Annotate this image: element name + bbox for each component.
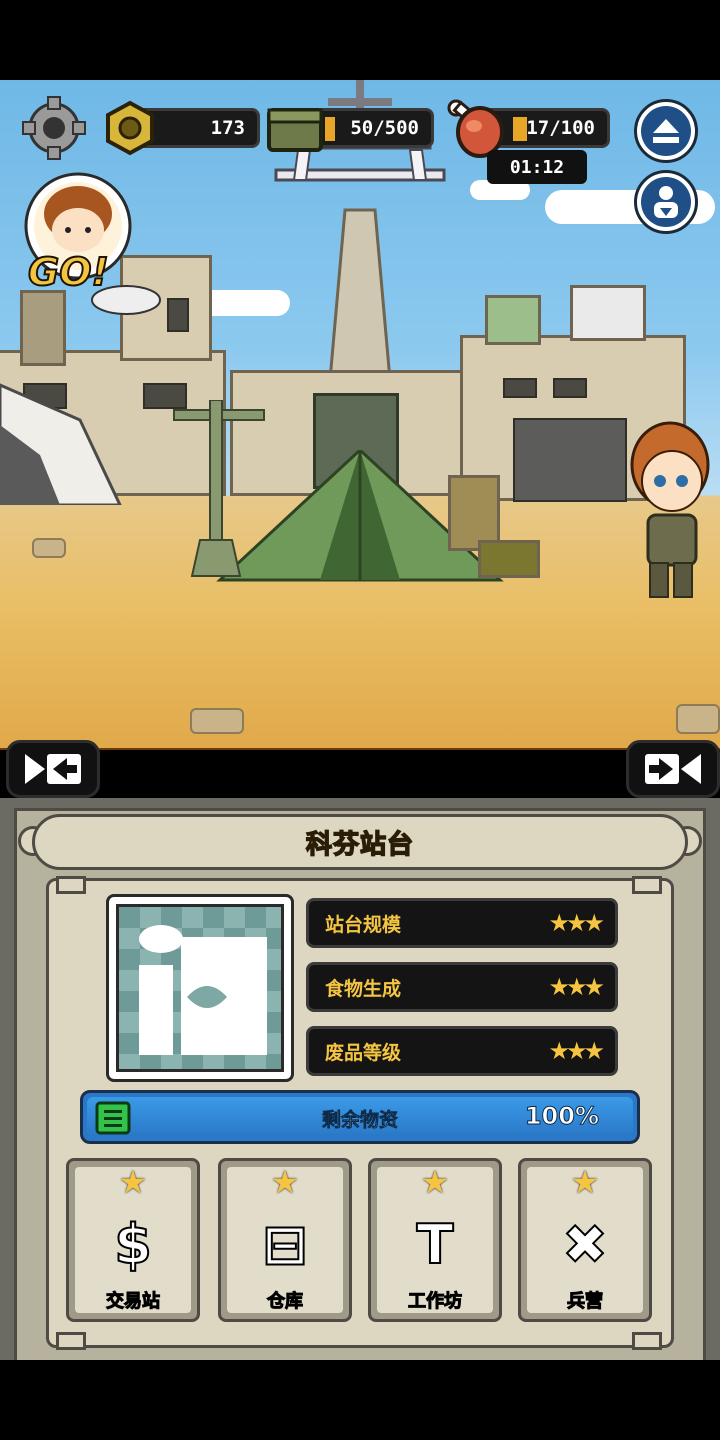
corner-bracket — [632, 1332, 662, 1350]
white-tent — [0, 383, 122, 505]
user-download-icon — [641, 177, 691, 227]
arrow-right-icon — [645, 754, 701, 784]
stat-row-station-scale: 站台规模 ★★★ — [306, 898, 618, 948]
next-location-button[interactable] — [626, 740, 720, 798]
food-timer: 01:12 — [487, 150, 587, 184]
go-character-avatar[interactable] — [16, 168, 166, 318]
go-badge-text: GO! — [27, 249, 110, 295]
facility-workshop[interactable]: ★ T 工作坊 — [368, 1158, 502, 1322]
star-rating: ★★★ — [548, 1037, 605, 1065]
green-shed — [485, 295, 541, 345]
arrow-left-icon — [25, 754, 81, 784]
rock — [676, 704, 720, 734]
profile-download-button[interactable] — [634, 170, 698, 234]
previous-location-button[interactable] — [6, 740, 100, 798]
star-rating: ★★★ — [548, 973, 605, 1001]
eject-button[interactable] — [634, 99, 698, 163]
remaining-supplies-bar: 剩余物资 100% — [80, 1090, 640, 1144]
ammo-box — [478, 540, 540, 578]
station-title-banner: 科芬站台 — [32, 814, 688, 870]
facility-label: 交易站 — [106, 1291, 161, 1313]
lamp-post — [173, 400, 265, 577]
water-tank — [570, 285, 646, 341]
eject-icon — [641, 106, 691, 156]
rock — [32, 538, 66, 558]
rock — [190, 708, 244, 734]
station-portrait — [106, 894, 294, 1082]
facility-warehouse[interactable]: ★ ⊟ 仓库 — [218, 1158, 352, 1322]
facility-label: 仓库 — [267, 1291, 304, 1313]
stat-label: 站台规模 — [325, 913, 402, 936]
stat-row-scrap-level: 废品等级 ★★★ — [306, 1026, 618, 1076]
corner-bracket — [632, 876, 662, 894]
money-bag-icon: $ — [113, 1212, 153, 1277]
corner-bracket — [56, 876, 86, 894]
station-title: 科芬站台 — [305, 829, 414, 861]
corner-bracket — [56, 1332, 86, 1350]
ammo-crate-icon — [267, 108, 323, 152]
star-icon: ★ — [570, 1163, 600, 1201]
star-rating: ★★★ — [548, 909, 605, 937]
facility-barracks[interactable]: ★ ✖ 兵营 — [518, 1158, 652, 1322]
star-icon: ★ — [270, 1163, 300, 1201]
crossed-swords-icon: ✖ — [561, 1212, 608, 1277]
stat-label: 食物生成 — [325, 977, 402, 1000]
hammer-icon: T — [416, 1212, 455, 1277]
soldier-character[interactable] — [620, 415, 720, 605]
hex-nut-icon — [106, 100, 154, 156]
stat-label: 废品等级 — [325, 1041, 402, 1064]
food-fill-bar — [513, 117, 527, 141]
food-value: 17/100 — [526, 117, 595, 139]
station-silhouette-icon — [139, 925, 267, 1055]
facility-label: 工作坊 — [408, 1291, 463, 1313]
ground-strip — [0, 748, 720, 750]
facility-trading-post[interactable]: ★ $ 交易站 — [66, 1158, 200, 1322]
facility-label: 兵营 — [567, 1291, 604, 1313]
star-icon: ★ — [420, 1163, 450, 1201]
stat-row-food-generation: 食物生成 ★★★ — [306, 962, 618, 1012]
scrap-value: 173 — [210, 117, 245, 139]
settings-gear-icon[interactable] — [22, 96, 86, 160]
ammo-value: 50/500 — [350, 117, 419, 139]
star-icon: ★ — [118, 1163, 148, 1201]
warehouse-icon: ⊟ — [261, 1212, 308, 1277]
game-screen: 173 50/500 17/100 01:12 GO! 科芬站台 站台规模 ★★… — [0, 0, 720, 1440]
supply-percent: 100% — [524, 1102, 599, 1131]
